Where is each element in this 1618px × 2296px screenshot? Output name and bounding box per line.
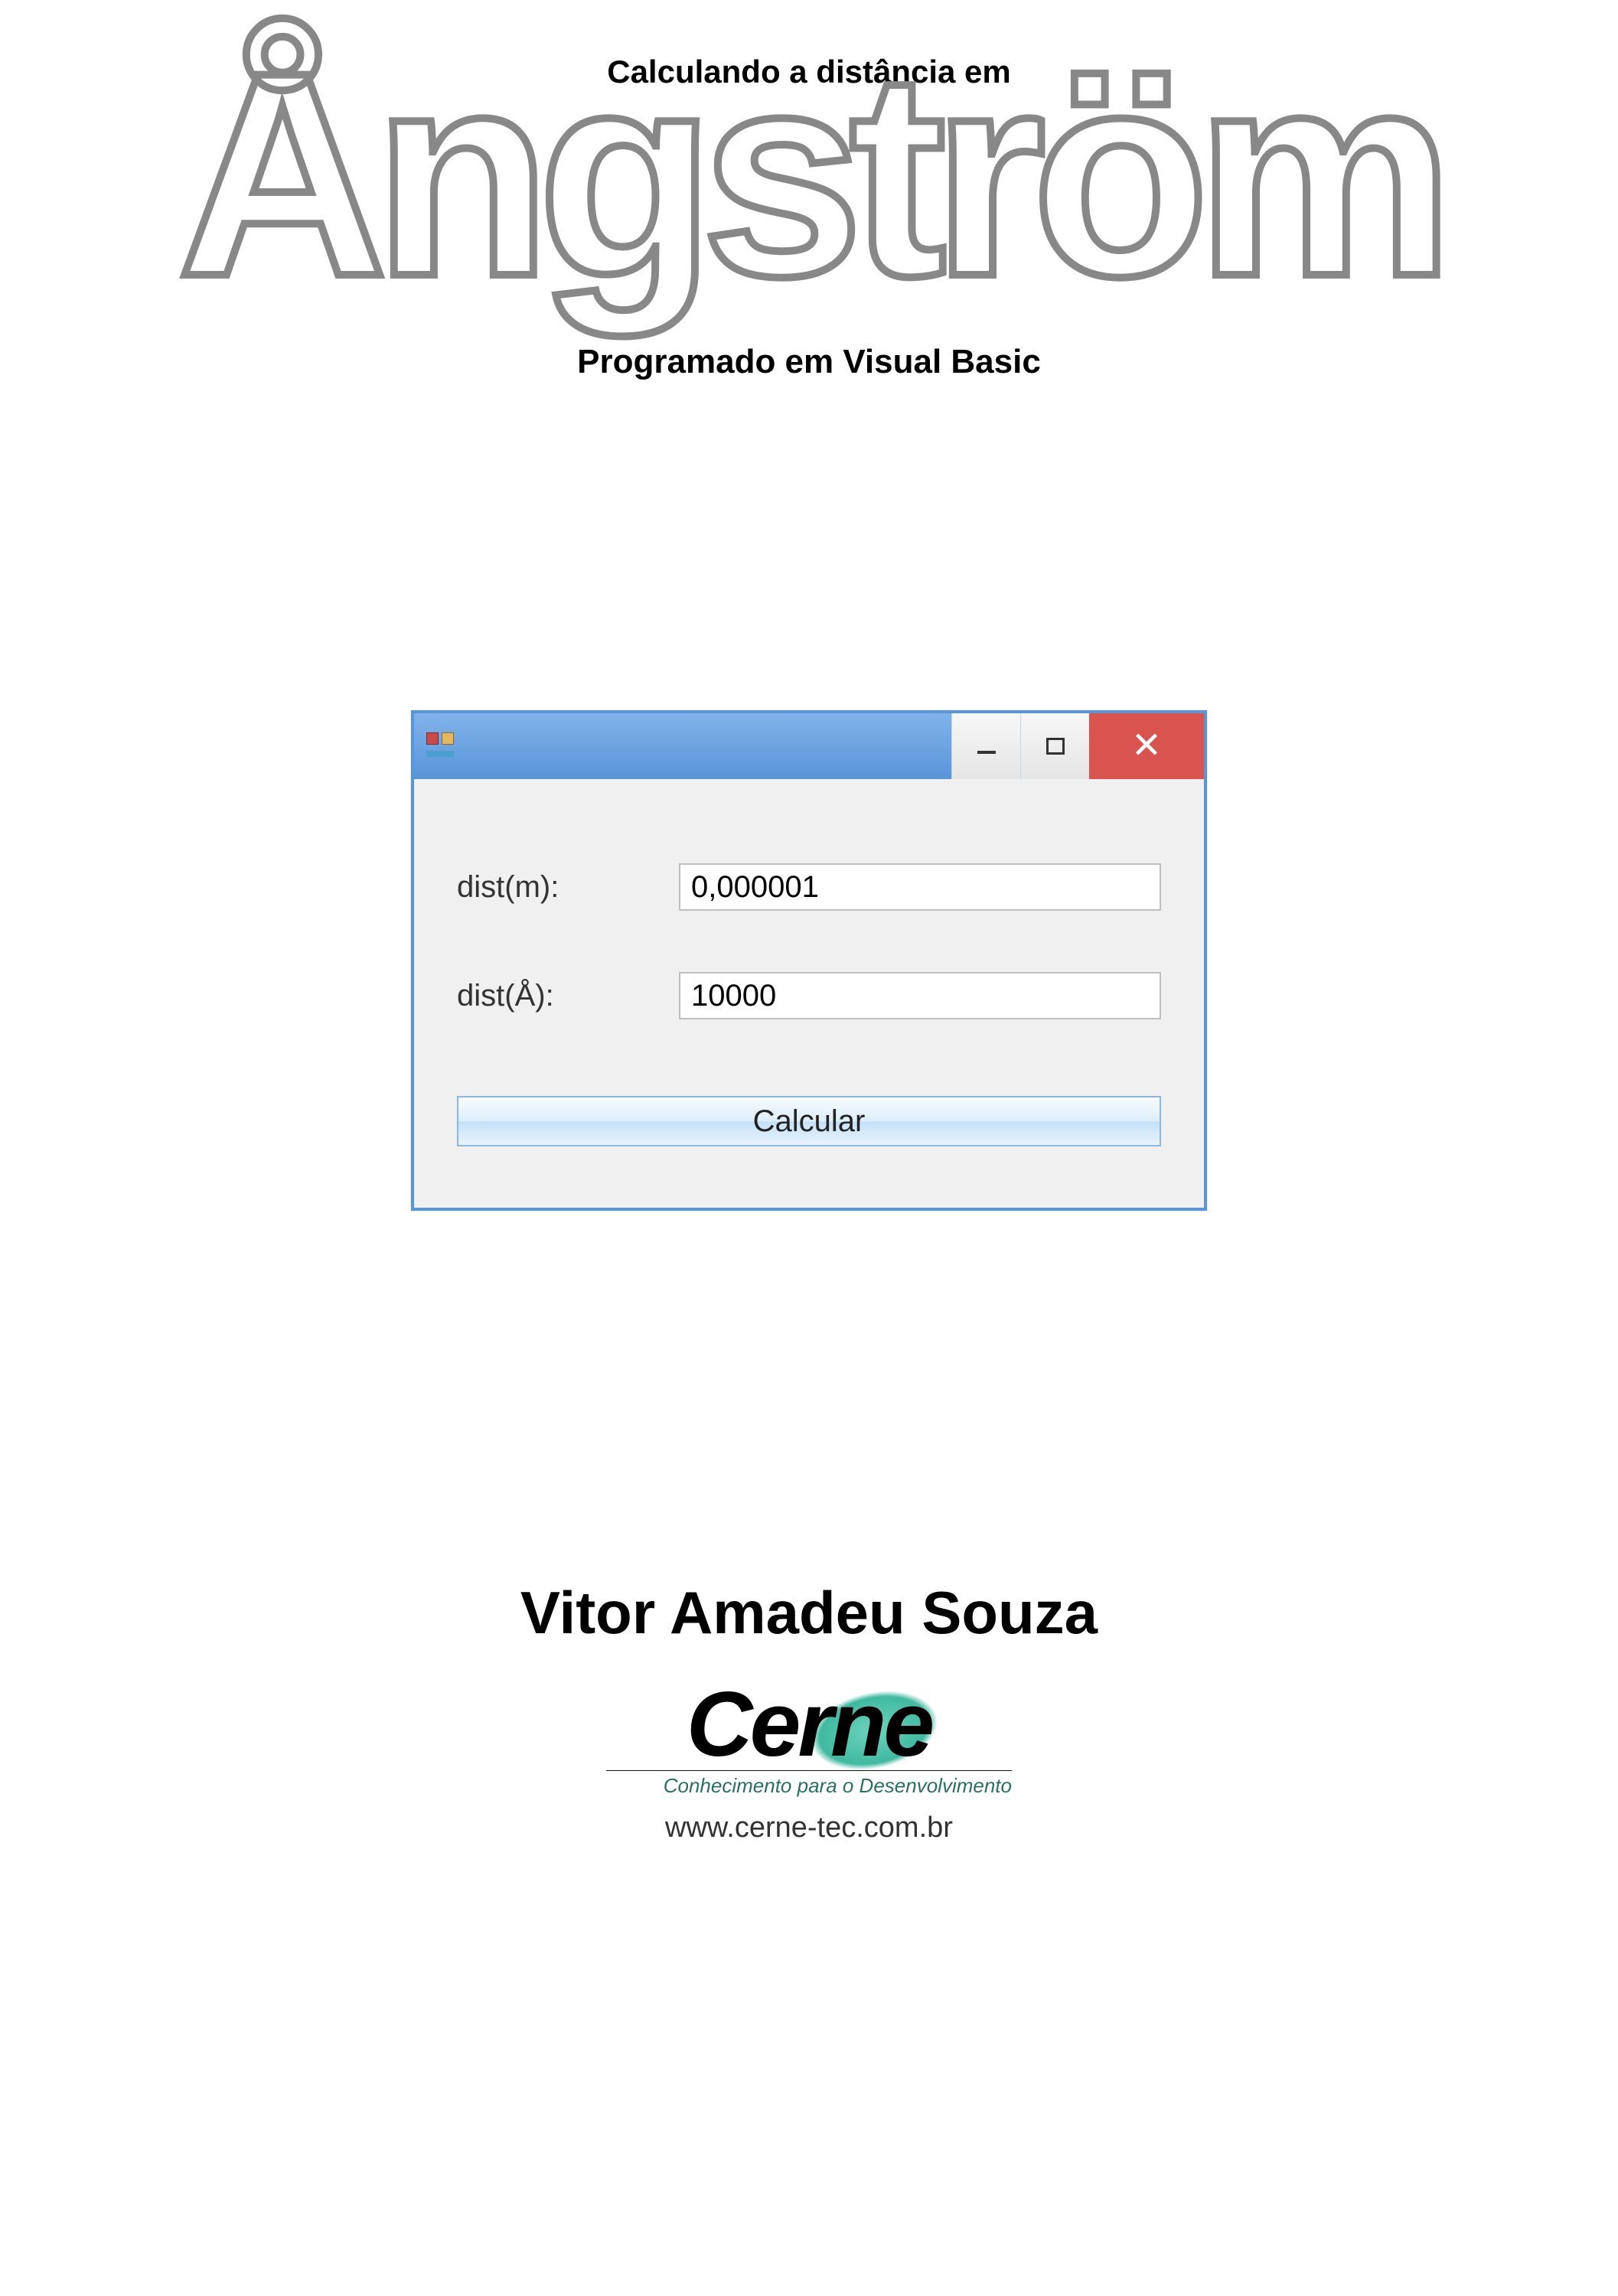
app-window: ✕ dist(m): dist(Å): Calcular [411,710,1207,1211]
window-app-icon [426,732,454,760]
author-name: Vitor Amadeu Souza [520,1578,1098,1648]
maximize-icon [1046,738,1065,755]
input-dist-m[interactable] [679,863,1161,911]
page-cover: Calculando a distância em Ångström Progr… [0,0,1618,2296]
maximize-button[interactable] [1020,713,1089,779]
calculate-button[interactable]: Calcular [457,1096,1161,1146]
row-dist-a: dist(Å): [457,972,1161,1019]
publisher-logo-block: Cerne Conhecimento para o Desenvolviment… [606,1678,1012,1844]
window-client-area: dist(m): dist(Å): Calcular [414,779,1204,1208]
minimize-button[interactable] [951,713,1020,779]
title-main: Ångström [178,29,1440,320]
window-controls: ✕ [951,713,1204,779]
subtitle: Programado em Visual Basic [577,343,1041,381]
window-titlebar[interactable]: ✕ [414,713,1204,779]
minimize-icon [977,751,996,754]
input-dist-a[interactable] [679,972,1161,1019]
label-dist-m: dist(m): [457,870,679,905]
close-icon: ✕ [1131,728,1162,765]
close-button[interactable]: ✕ [1089,713,1204,779]
publisher-url: www.cerne-tec.com.br [665,1812,953,1844]
publisher-logo-text: Cerne [687,1678,931,1770]
row-dist-m: dist(m): [457,863,1161,911]
label-dist-a: dist(Å): [457,979,679,1013]
